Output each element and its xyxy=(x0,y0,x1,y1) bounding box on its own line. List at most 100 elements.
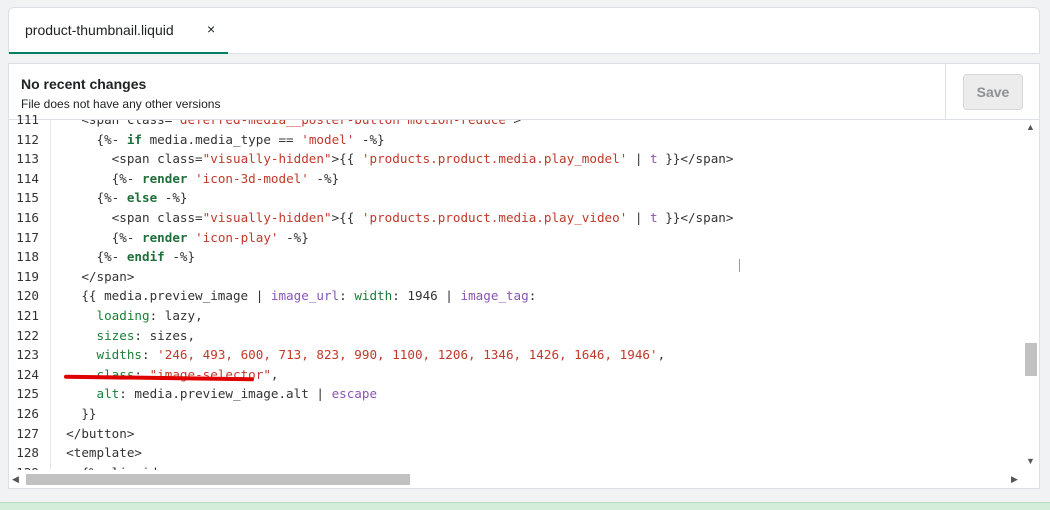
chevron-up-icon[interactable]: ▲ xyxy=(1026,122,1035,132)
line-number: 120 xyxy=(16,288,39,304)
close-icon[interactable]: × xyxy=(207,21,215,37)
code-token: >{{ xyxy=(331,151,362,167)
code-token: : media.preview_image.alt | xyxy=(119,386,332,402)
code-line[interactable]: <span class="deferred-media__poster-butt… xyxy=(51,120,521,130)
code-token: "visually-hidden" xyxy=(202,151,332,167)
line-number: 114 xyxy=(16,170,39,186)
tab-label[interactable]: product-thumbnail.liquid xyxy=(25,22,174,38)
version-status-bar: No recent changes File does not have any… xyxy=(9,64,1039,120)
code-line[interactable]: {%- if media.media_type == 'model' -%} xyxy=(51,130,385,150)
code-token: render xyxy=(142,229,188,245)
mouse-cursor-icon xyxy=(739,259,740,272)
chevron-right-icon[interactable]: ▶ xyxy=(1011,474,1018,485)
vertical-scroll-thumb[interactable] xyxy=(1025,343,1037,376)
code-token: sizes xyxy=(96,327,135,343)
code-token: , xyxy=(270,366,279,382)
chevron-left-icon[interactable]: ◀ xyxy=(12,474,19,485)
horizontal-scrollbar[interactable]: ◀ ▶ xyxy=(9,470,1023,488)
code-line[interactable]: widths: '246, 493, 600, 713, 823, 990, 1… xyxy=(51,345,666,365)
chevron-down-icon[interactable]: ▼ xyxy=(1026,456,1035,466)
vertical-scrollbar[interactable]: ▲ ▼ xyxy=(1023,120,1039,470)
line-number: 124 xyxy=(16,366,39,382)
line-number: 118 xyxy=(16,249,39,265)
code-token: 'model' xyxy=(301,131,355,147)
code-token: <span class= xyxy=(51,210,203,225)
code-token: {%- xyxy=(51,190,127,206)
code-line[interactable]: sizes: sizes, xyxy=(51,326,196,346)
status-subtitle: File does not have any other versions xyxy=(21,97,221,111)
code-line[interactable]: {{ media.preview_image | image_url: widt… xyxy=(51,286,536,306)
code-line[interactable]: alt: media.preview_image.alt | escape xyxy=(51,384,378,404)
code-line[interactable]: </button> xyxy=(51,424,134,444)
code-token: image_url xyxy=(270,288,340,304)
code-token: }}</span> xyxy=(657,151,734,167)
code-token: : 1946 | xyxy=(392,288,461,304)
code-token: if xyxy=(126,131,142,147)
code-token: t xyxy=(650,210,658,225)
code-token: <span class= xyxy=(51,120,172,127)
line-number: 113 xyxy=(16,151,39,167)
code-token: }} xyxy=(51,406,97,421)
code-token: else xyxy=(126,190,158,206)
horizontal-scroll-thumb[interactable] xyxy=(26,474,410,485)
line-number: 116 xyxy=(16,210,39,225)
code-line[interactable]: loading: lazy, xyxy=(51,306,203,326)
code-token: : xyxy=(339,288,355,304)
line-number: 112 xyxy=(16,131,39,147)
code-line[interactable]: {%- else -%} xyxy=(51,188,187,208)
code-token: -%} xyxy=(354,131,385,147)
code-token: {{ media.preview_image | xyxy=(51,288,271,304)
line-number: 111 xyxy=(16,112,39,127)
code-line[interactable]: </span> xyxy=(51,267,134,287)
code-token: alt xyxy=(96,386,120,402)
line-number: 128 xyxy=(16,445,39,461)
file-tab-bar: product-thumbnail.liquid × xyxy=(8,7,1040,54)
code-token: -%} xyxy=(308,170,340,186)
code-token: t xyxy=(650,151,658,167)
code-token: '246, 493, 600, 713, 823, 990, 1100, 120… xyxy=(157,347,658,363)
code-token: </span> xyxy=(51,268,135,284)
line-number: 127 xyxy=(16,425,39,441)
tab-product-thumbnail[interactable]: product-thumbnail.liquid × xyxy=(9,8,228,54)
code-token: widths xyxy=(96,347,143,363)
code-line[interactable]: {%- render 'icon-play' -%} xyxy=(51,228,309,248)
code-line[interactable]: {%- endif -%} xyxy=(51,247,195,267)
code-token: {%- xyxy=(51,249,127,265)
code-token: >{{ xyxy=(331,210,362,225)
code-area[interactable]: <span class="deferred-media__poster-butt… xyxy=(51,120,1023,470)
code-token: 'icon-play' xyxy=(195,229,279,245)
save-area: Save xyxy=(945,64,1039,119)
code-line[interactable]: <span class="visually-hidden">{{ 'produc… xyxy=(51,149,734,169)
line-number: 123 xyxy=(16,347,39,363)
code-token: endif xyxy=(126,249,165,265)
code-line[interactable]: {%- liquid xyxy=(51,463,157,470)
code-line[interactable]: {%- render 'icon-3d-model' -%} xyxy=(51,169,340,189)
code-token: {%- xyxy=(51,170,142,186)
code-token: : lazy, xyxy=(149,308,203,323)
code-token: image_tag xyxy=(460,288,529,304)
code-editor[interactable]: 111 112 113 114 115 116 117 118 119 120 121 122 123 1… xyxy=(9,112,1039,488)
code-token: "visually-hidden" xyxy=(202,210,332,225)
code-token: 'icon-3d-model' xyxy=(195,170,309,186)
code-token: -%} xyxy=(278,229,309,245)
line-number: 117 xyxy=(16,229,39,245)
code-token: <span class= xyxy=(51,151,203,167)
code-token: 'products.product.media.play_video' xyxy=(361,210,628,225)
code-token: : xyxy=(528,288,537,304)
code-token: render xyxy=(142,170,188,186)
code-token: {%- xyxy=(51,229,142,245)
save-button[interactable]: Save xyxy=(963,74,1023,110)
code-token: escape xyxy=(331,386,378,402)
code-token: | xyxy=(627,151,651,167)
code-line[interactable]: }} xyxy=(51,404,97,424)
status-title: No recent changes xyxy=(21,76,147,92)
line-number: 122 xyxy=(16,327,39,343)
code-token: -%} xyxy=(164,249,196,265)
code-line[interactable]: <template> xyxy=(51,443,142,463)
code-line[interactable]: <span class="visually-hidden">{{ 'produc… xyxy=(51,208,734,228)
